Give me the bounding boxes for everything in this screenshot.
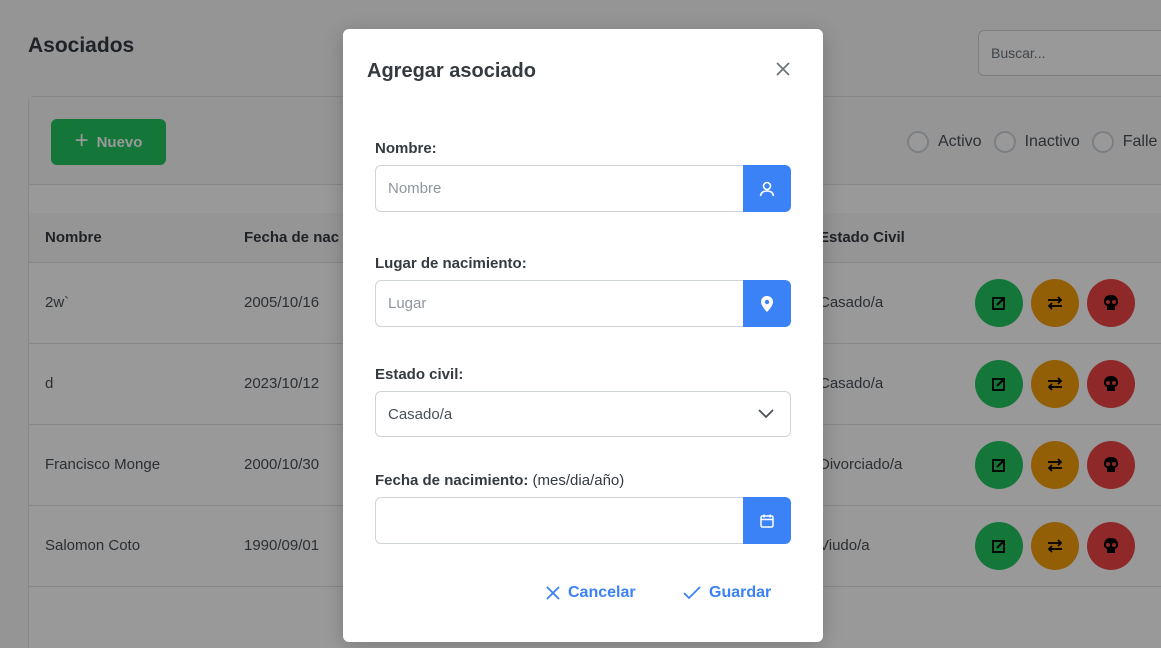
chevron-down-icon <box>758 409 774 419</box>
user-icon <box>759 181 775 196</box>
estado-label: Estado civil: <box>375 366 464 383</box>
map-marker-icon <box>761 295 773 312</box>
fecha-input[interactable] <box>375 497 743 544</box>
lugar-field-group <box>375 280 791 327</box>
dialog-title: Agregar asociado <box>367 60 536 82</box>
check-icon <box>683 586 701 600</box>
save-button[interactable]: Guardar <box>683 584 771 602</box>
close-button[interactable] <box>771 57 795 81</box>
save-label: Guardar <box>709 584 772 601</box>
lugar-label: Lugar de nacimiento: <box>375 255 527 272</box>
close-icon <box>776 62 790 76</box>
nombre-input[interactable] <box>375 165 743 212</box>
calendar-icon <box>760 514 774 528</box>
times-icon <box>546 586 560 600</box>
fecha-label-text: Fecha de nacimiento: <box>375 472 529 489</box>
nombre-label: Nombre: <box>375 140 437 157</box>
fecha-label: Fecha de nacimiento: (mes/dia/año) <box>375 472 624 489</box>
fecha-format-hint: (mes/dia/año) <box>532 472 625 489</box>
add-associate-dialog: Agregar asociado Nombre: Lugar de nacimi… <box>343 29 823 642</box>
estado-civil-select[interactable]: Casado/a <box>375 391 791 437</box>
cancel-label: Cancelar <box>568 584 636 601</box>
estado-civil-value: Casado/a <box>388 405 453 423</box>
cancel-button[interactable]: Cancelar <box>546 584 636 602</box>
nombre-addon <box>743 165 791 212</box>
lugar-addon <box>743 280 791 327</box>
calendar-button[interactable] <box>743 497 791 544</box>
lugar-input[interactable] <box>375 280 743 327</box>
nombre-field-group <box>375 165 791 212</box>
fecha-field-group <box>375 497 791 544</box>
